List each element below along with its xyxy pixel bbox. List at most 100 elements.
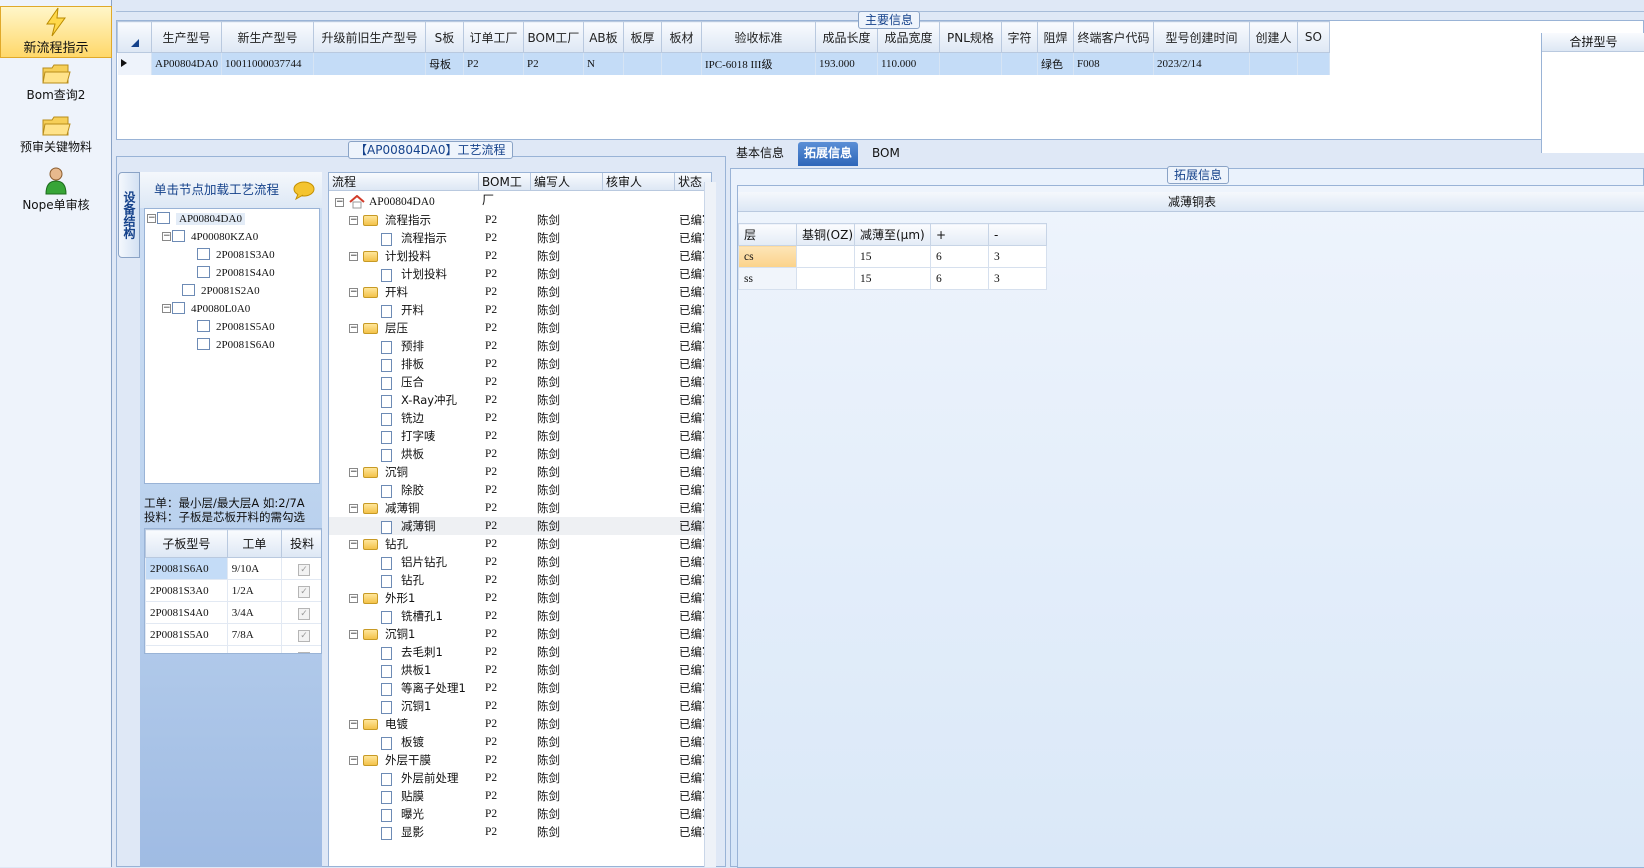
flow-row[interactable]: 铣槽孔1 P2 陈剑 已编写	[329, 607, 711, 625]
flow-row[interactable]: − 沉铜1 P2 陈剑 已编写	[329, 625, 711, 643]
flow-row[interactable]: − 外层干膜 P2 陈剑 已编写	[329, 751, 711, 769]
thin-cell[interactable]: 15	[854, 267, 931, 290]
thin-cell[interactable]	[796, 245, 855, 268]
sub-row[interactable]: 2P0081S2A05/6A ✓	[145, 645, 321, 653]
cell-12[interactable]: 110.000	[877, 52, 940, 75]
flow-row[interactable]: 开料 P2 陈剑 已编写	[329, 301, 711, 319]
cell-19[interactable]	[1297, 52, 1330, 75]
cell-3[interactable]	[313, 52, 426, 75]
tree-node[interactable]: 2P0081S3A0	[197, 246, 275, 263]
expand-icon[interactable]: −	[162, 304, 171, 313]
sub-cell-check[interactable]: ✓	[281, 579, 321, 602]
flow-row[interactable]: 计划投料 P2 陈剑 已编写	[329, 265, 711, 283]
flow-row[interactable]: 显影 P2 陈剑 已编写	[329, 823, 711, 841]
sub-row[interactable]: 2P0081S5A0 7/8A ✓	[145, 623, 321, 646]
tree-node[interactable]: 4P0080L0A0	[172, 300, 250, 317]
sub-cell-check[interactable]: ✓	[281, 557, 321, 580]
flow-row-root[interactable]: − AP00804DA0	[329, 193, 711, 211]
nav-item-3[interactable]: 预审关键物料	[0, 114, 112, 155]
flow-row[interactable]: 打字唛 P2 陈剑 已编写	[329, 427, 711, 445]
collapse-icon[interactable]: −	[349, 756, 358, 765]
sub-cell[interactable]: 2P0081S2A0	[145, 645, 228, 653]
checkbox[interactable]: ✓	[298, 607, 311, 620]
flow-row[interactable]: 铝片钻孔 P2 陈剑 已编写	[329, 553, 711, 571]
flow-row[interactable]: 减薄铜 P2 陈剑 已编写	[329, 517, 711, 535]
flow-row[interactable]: 板镀 P2 陈剑 已编写	[329, 733, 711, 751]
sub-cell[interactable]: 2P0081S6A0	[145, 557, 228, 580]
flow-row[interactable]: 流程指示 P2 陈剑 已编写	[329, 229, 711, 247]
cell-4[interactable]: 母板	[425, 52, 464, 75]
thin-cell[interactable]: 6	[930, 267, 989, 290]
sub-cell[interactable]: 5/6A	[226, 645, 283, 653]
collapse-icon[interactable]: −	[349, 252, 358, 261]
thin-cell[interactable]	[796, 267, 855, 290]
flow-row[interactable]: 等离子处理1 P2 陈剑 已编写	[329, 679, 711, 697]
collapse-icon[interactable]: −	[349, 540, 358, 549]
tree-node[interactable]: 2P0081S6A0	[197, 336, 275, 353]
cell-16[interactable]: F008	[1073, 52, 1154, 75]
cell-2[interactable]: 10011000037744	[221, 52, 314, 75]
cell-18[interactable]	[1249, 52, 1298, 75]
sub-row[interactable]: 2P0081S4A0 3/4A ✓	[145, 601, 321, 624]
flow-row[interactable]: − 减薄铜 P2 陈剑 已编写	[329, 499, 711, 517]
flow-row[interactable]: 烘板1 P2 陈剑 已编写	[329, 661, 711, 679]
tree-node[interactable]: 2P0081S4A0	[197, 264, 275, 281]
cell-10[interactable]: IPC-6018 III级	[701, 52, 816, 75]
nav-item-4[interactable]: Nope单审核	[0, 166, 112, 213]
checkbox[interactable]: ✓	[298, 585, 311, 598]
collapse-icon[interactable]: −	[349, 594, 358, 603]
tree-node[interactable]: AP00804DA0	[157, 210, 245, 227]
flow-row[interactable]: − 钻孔 P2 陈剑 已编写	[329, 535, 711, 553]
cell-17[interactable]: 2023/2/14	[1153, 52, 1250, 75]
thin-cell[interactable]: ss	[738, 267, 797, 290]
collapse-icon[interactable]: −	[349, 216, 358, 225]
thin-cell[interactable]: 3	[988, 245, 1047, 268]
sub-cell[interactable]: 2P0081S3A0	[145, 579, 228, 602]
thin-row[interactable]: ss 15 6 3	[738, 267, 1047, 290]
checkbox[interactable]: ✓	[298, 629, 311, 642]
flow-row[interactable]: 铣边 P2 陈剑 已编写	[329, 409, 711, 427]
thin-row[interactable]: cs 15 6 3	[738, 245, 1047, 268]
tab-3[interactable]: BOM	[866, 142, 906, 166]
flow-row[interactable]: 排板 P2 陈剑 已编写	[329, 355, 711, 373]
tree-node[interactable]: 4P00080KZA0	[172, 228, 258, 245]
flow-row[interactable]: 除胶 P2 陈剑 已编写	[329, 481, 711, 499]
thin-cell[interactable]: cs	[738, 245, 797, 268]
flow-row[interactable]: 烘板 P2 陈剑 已编写	[329, 445, 711, 463]
flow-row[interactable]: X-Ray冲孔 P2 陈剑 已编写	[329, 391, 711, 409]
flow-scrollbar[interactable]	[704, 182, 716, 867]
thin-cell[interactable]: 6	[930, 245, 989, 268]
flow-row[interactable]: − 外形1 P2 陈剑 已编写	[329, 589, 711, 607]
expand-icon[interactable]: −	[162, 232, 171, 241]
sub-cell[interactable]: 1/2A	[226, 579, 283, 602]
cell-14[interactable]	[1001, 52, 1038, 75]
cell-8[interactable]	[623, 52, 662, 75]
sub-row[interactable]: 2P0081S6A0 9/10A ✓	[145, 557, 321, 580]
collapse-icon[interactable]: −	[349, 324, 358, 333]
cell-5[interactable]: P2	[463, 52, 524, 75]
cell-11[interactable]: 193.000	[815, 52, 878, 75]
flow-row[interactable]: 沉铜1 P2 陈剑 已编写	[329, 697, 711, 715]
cell-9[interactable]	[661, 52, 702, 75]
flow-row[interactable]: − 开料 P2 陈剑 已编写	[329, 283, 711, 301]
flow-row[interactable]: 曝光 P2 陈剑 已编写	[329, 805, 711, 823]
tab-2[interactable]: 拓展信息	[798, 142, 859, 166]
flow-row[interactable]: − 计划投料 P2 陈剑 已编写	[329, 247, 711, 265]
flow-row[interactable]: 外层前处理 P2 陈剑 已编写	[329, 769, 711, 787]
flow-row[interactable]: − 电镀 P2 陈剑 已编写	[329, 715, 711, 733]
nav-item-2[interactable]: Bom查询2	[0, 62, 112, 103]
collapse-icon[interactable]: −	[349, 288, 358, 297]
expand-icon[interactable]: −	[147, 214, 156, 223]
flow-row[interactable]: − 沉铜 P2 陈剑 已编写	[329, 463, 711, 481]
nav-item-1[interactable]: 新流程指示	[0, 6, 112, 58]
collapse-icon[interactable]: −	[349, 504, 358, 513]
sub-cell[interactable]: 2P0081S4A0	[145, 601, 228, 624]
sub-cell[interactable]: 7/8A	[226, 623, 283, 646]
cell-7[interactable]: N	[583, 52, 624, 75]
sub-cell[interactable]: 3/4A	[226, 601, 283, 624]
cell-1[interactable]: AP00804DA0	[151, 52, 222, 75]
thin-cell[interactable]: 15	[854, 245, 931, 268]
checkbox[interactable]: ✓	[298, 563, 311, 576]
tree-node[interactable]: 2P0081S2A0	[182, 282, 260, 299]
cell-13[interactable]	[939, 52, 1002, 75]
